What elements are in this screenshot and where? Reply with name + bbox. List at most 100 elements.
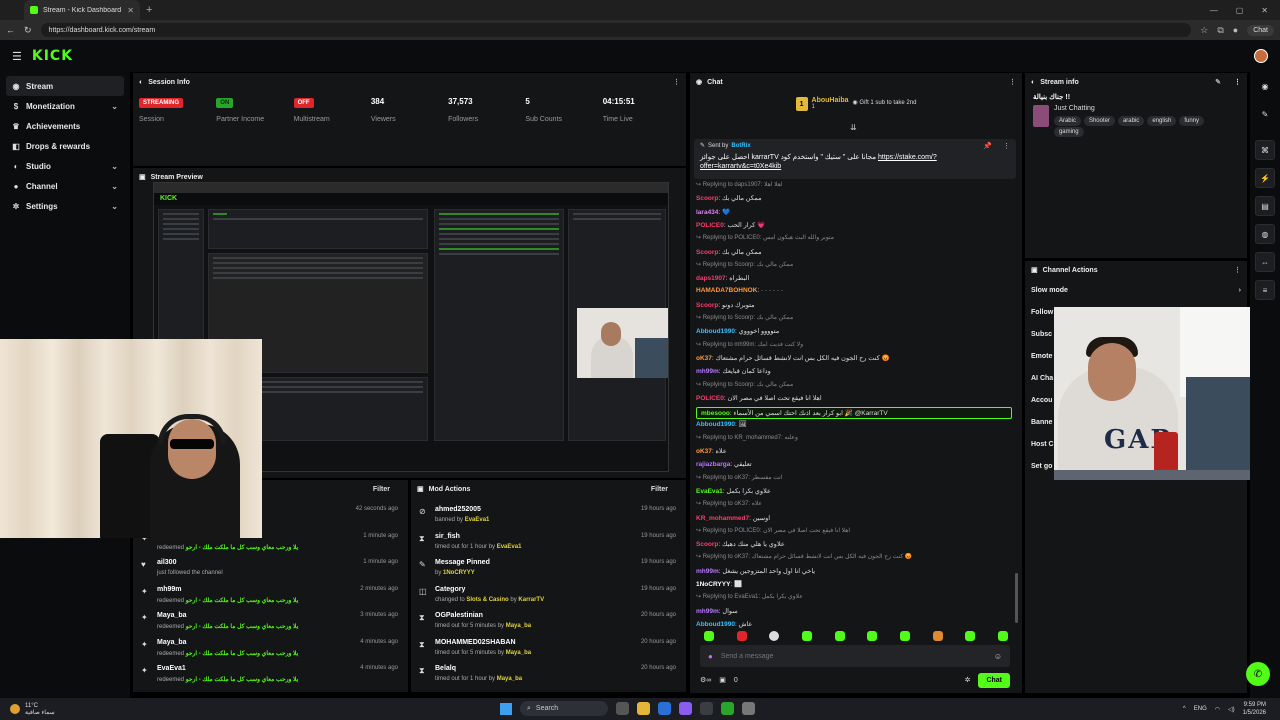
chat-settings-icon[interactable]: ✲ (965, 676, 971, 684)
stream-tag[interactable]: Shooter (1083, 116, 1115, 126)
sliders-rail-icon[interactable]: ⇔ (1255, 252, 1275, 272)
mod-action-title[interactable]: sir_fish (435, 533, 460, 540)
new-tab-icon[interactable]: + (146, 4, 152, 16)
chat-username[interactable]: mh99m (696, 608, 719, 615)
chat-message-input[interactable] (720, 652, 986, 660)
camera-rail-icon[interactable]: ⌘ (1255, 140, 1275, 160)
chevron-down-icon[interactable]: ⌄ (111, 162, 118, 171)
sidebar-item-settings[interactable]: ✲ Settings ⌄ (6, 196, 124, 216)
chat-tools-icon[interactable]: ⚙∞ (700, 676, 711, 684)
chat-username[interactable]: rajiazbarga (696, 461, 730, 468)
collapse-chevron-icon[interactable]: ⇊ (850, 123, 857, 132)
chat-username[interactable]: Scoorp (696, 541, 718, 548)
chevron-right-icon[interactable]: › (1239, 287, 1241, 294)
chevron-down-icon[interactable]: ⌄ (111, 182, 118, 191)
sidebar-item-stream[interactable]: ◉ Stream (6, 76, 124, 96)
taskbar-search[interactable]: ⌕ Search (520, 701, 608, 716)
stream-tag[interactable]: gaming (1053, 127, 1084, 137)
chat-username[interactable]: lara434 (696, 209, 718, 216)
sidebar-item-achievements[interactable]: ♛ Achievements (6, 116, 124, 136)
emote-icon[interactable] (834, 631, 845, 641)
sidebar-item-channel[interactable]: ● Channel ⌄ (6, 176, 124, 196)
minimize-icon[interactable]: — (1210, 6, 1218, 15)
chat-username[interactable]: mh99m (696, 368, 719, 375)
emote-icon[interactable] (932, 631, 943, 641)
mod-action-by[interactable]: Maya_ba (497, 676, 522, 682)
chat-username[interactable]: KR_mohammed7 (696, 515, 749, 522)
top-gifter[interactable]: AbouHaiba 1 (812, 97, 849, 110)
feed-username[interactable]: Maya_ba (157, 612, 187, 619)
channel-actions-menu-icon[interactable]: ⋮ (1234, 266, 1241, 274)
volume-icon[interactable]: ◁) (1228, 706, 1235, 713)
emote-icon[interactable] (769, 631, 780, 641)
emote-icon[interactable] (704, 631, 714, 641)
sidebar-item-drops-rewards[interactable]: ◧ Drops & rewards (6, 136, 124, 156)
star-icon[interactable]: ☆ (1200, 25, 1208, 36)
info-rail-icon[interactable]: ◉ (1255, 76, 1275, 96)
back-icon[interactable]: ← (6, 25, 15, 35)
mod-action-title[interactable]: Belalq (435, 665, 456, 672)
mod-action-title[interactable]: Message Pinned (435, 559, 490, 566)
chat-username[interactable]: Abboud1990 (696, 421, 735, 428)
close-tab-icon[interactable]: ✕ (127, 6, 134, 15)
list-rail-icon[interactable]: ≡ (1255, 280, 1275, 300)
mod-action-title[interactable]: ahmed252005 (435, 506, 481, 513)
session-info-menu-icon[interactable]: ⋮ (673, 78, 680, 86)
chat-username[interactable]: mh99m (696, 568, 719, 575)
sidebar-item-studio[interactable]: ◐ Studio ⌄ (6, 156, 124, 176)
maximize-icon[interactable]: ▢ (1236, 6, 1244, 15)
chat-username[interactable]: EvaEva1 (696, 488, 723, 495)
chat-scrollbar[interactable] (1015, 573, 1018, 623)
refresh-icon[interactable]: ↻ (24, 25, 32, 36)
settings-app-icon[interactable] (742, 702, 755, 715)
chat-username[interactable]: Abboud1990 (696, 621, 735, 628)
edge-icon[interactable] (658, 702, 671, 715)
feed-username[interactable]: EvaEva1 (157, 665, 186, 672)
microphone-icon[interactable]: ● (708, 652, 713, 661)
chat-username[interactable]: POLICE0 (696, 395, 724, 402)
url-input[interactable]: https://dashboard.kick.com/stream (40, 23, 1192, 37)
browser-chat-button[interactable]: Chat (1247, 24, 1274, 36)
app-icon[interactable] (700, 702, 713, 715)
mod-action-title[interactable]: Category (435, 586, 465, 593)
mod-action-title[interactable]: OGPalestinian (435, 612, 483, 619)
tray-chevron-icon[interactable]: ^ (1183, 706, 1186, 712)
browser-tab[interactable]: Stream - Kick Dashboard ✕ (24, 0, 140, 20)
mod-action-by[interactable]: EvaEva1 (497, 544, 522, 550)
emote-icon[interactable] (867, 631, 878, 641)
stream-tag[interactable]: funny (1179, 116, 1205, 126)
stream-info-menu-icon[interactable]: ⋮ (1234, 78, 1241, 86)
chat-username[interactable]: daps1907 (696, 275, 726, 282)
feed-username[interactable]: ail300 (157, 559, 176, 566)
pinned-menu-icon[interactable]: ⋮ (1003, 142, 1010, 150)
mod-action-by[interactable]: Maya_ba (506, 623, 531, 629)
stream-tag[interactable]: arabic (1117, 116, 1145, 126)
menu-icon[interactable]: ☰ (12, 50, 22, 63)
chevron-down-icon[interactable]: ⌄ (111, 102, 118, 111)
bolt-rail-icon[interactable]: ⚡ (1255, 168, 1275, 188)
mod-actions-filter-button[interactable]: Filter (651, 486, 668, 493)
stream-tag[interactable]: english (1147, 116, 1177, 126)
chat-username[interactable]: Scoorp (696, 302, 718, 309)
file-explorer-icon[interactable] (637, 702, 650, 715)
extensions-icon[interactable]: ⧉ (1217, 25, 1223, 36)
emote-icon[interactable] (965, 631, 976, 641)
activity-filter-button[interactable]: Filter (373, 486, 390, 493)
mod-action-by[interactable]: Slots & Casino (466, 597, 508, 603)
mod-action-by[interactable]: 1NoCRYYY (443, 570, 475, 576)
chat-username[interactable]: HAMADA7BOHNOK (696, 287, 757, 294)
pencil-rail-icon[interactable]: ✎ (1255, 104, 1275, 124)
app-icon[interactable] (679, 702, 692, 715)
help-chat-icon[interactable]: ✆ (1246, 662, 1270, 686)
chat-username[interactable]: 1NoCRYYY (696, 581, 730, 588)
chat-menu-icon[interactable]: ⋮ (1009, 78, 1016, 86)
weather-widget[interactable]: 11°C سماء صافية (0, 703, 55, 716)
kick-logo[interactable]: KICK (32, 48, 73, 64)
windows-start-icon[interactable] (500, 702, 512, 715)
chat-username[interactable]: oK37 (696, 448, 712, 455)
chat-username[interactable]: mbesooo (701, 410, 730, 417)
feed-username[interactable]: Maya_ba (157, 639, 187, 646)
chat-username[interactable]: Scoorp (696, 249, 718, 256)
mod-action-by[interactable]: Maya_ba (506, 650, 531, 656)
app-icon[interactable] (721, 702, 734, 715)
